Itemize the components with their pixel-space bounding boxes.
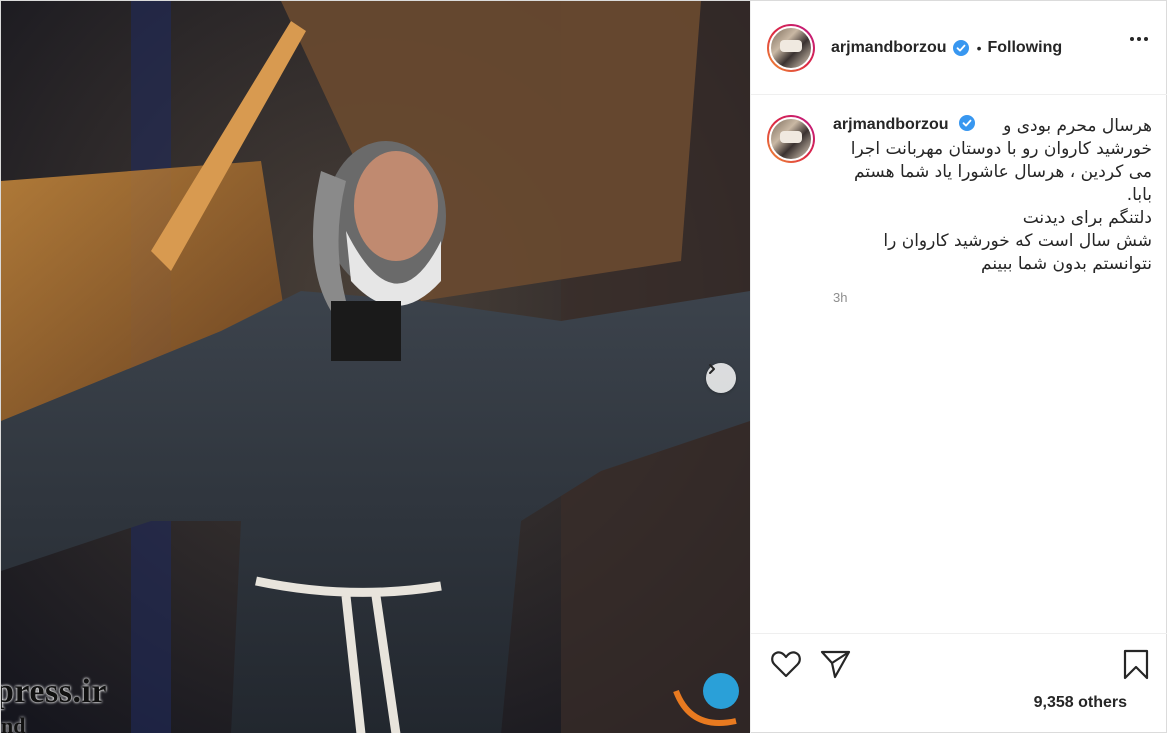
author-avatar-image [769, 25, 813, 70]
post-image[interactable]: press.ir nd [1, 1, 750, 733]
instagram-post-window: press.ir nd arjmandborzou • Following ar… [0, 0, 1167, 733]
header-separator: • [976, 39, 982, 56]
post-header: arjmandborzou • Following [751, 1, 1167, 95]
caption-line: می کردین ، هرسال عاشورا یاد شما هستم [853, 162, 1152, 182]
caption-line: خورشید کاروان رو با دوستان مهربانت اجرا [850, 139, 1152, 159]
post-actions-bar: 9,358 others [751, 633, 1167, 733]
verified-badge-icon [959, 115, 976, 131]
caption-line: نتوانستم بدون شما ببینم [981, 254, 1152, 274]
caption-body: arjmandborzou هرسال محرم بودی و خورشید ک… [833, 115, 1152, 305]
caption-line: بابا. [1126, 185, 1152, 205]
caption-first-line: arjmandborzou هرسال محرم بودی و [833, 115, 1152, 138]
media-watermark-secondary: nd [1, 713, 26, 733]
verified-badge-icon [952, 39, 969, 56]
caption-line: شش سال است که خورشید کاروان را [883, 231, 1152, 251]
caption-username-group: arjmandborzou [833, 115, 976, 134]
heart-icon[interactable] [770, 649, 802, 684]
next-image-button[interactable] [706, 363, 736, 393]
caption-text: خورشید کاروان رو با دوستان مهربانت اجرا … [833, 138, 1152, 276]
bookmark-icon[interactable] [1122, 649, 1150, 686]
post-details-panel: arjmandborzou • Following arjmandborzou [750, 1, 1167, 733]
more-options-icon[interactable] [1130, 37, 1148, 41]
caption-username[interactable]: arjmandborzou [833, 116, 949, 133]
following-button[interactable]: Following [987, 39, 1062, 57]
likes-count[interactable]: 9,358 others [1034, 694, 1127, 712]
media-watermark: press.ir [1, 673, 107, 710]
caption-line: هرسال محرم بودی و [1003, 116, 1152, 136]
post-caption: arjmandborzou هرسال محرم بودی و خورشید ک… [751, 95, 1167, 305]
caption-avatar[interactable] [767, 115, 815, 163]
post-photo-illustration [1, 1, 750, 733]
post-timestamp[interactable]: 3h [833, 290, 1152, 305]
paper-plane-icon[interactable] [820, 649, 852, 684]
header-username[interactable]: arjmandborzou [831, 39, 947, 57]
caption-avatar-image [769, 117, 813, 161]
caption-line: دلتنگم برای دیدنت [1022, 208, 1152, 228]
author-avatar[interactable] [767, 23, 815, 72]
